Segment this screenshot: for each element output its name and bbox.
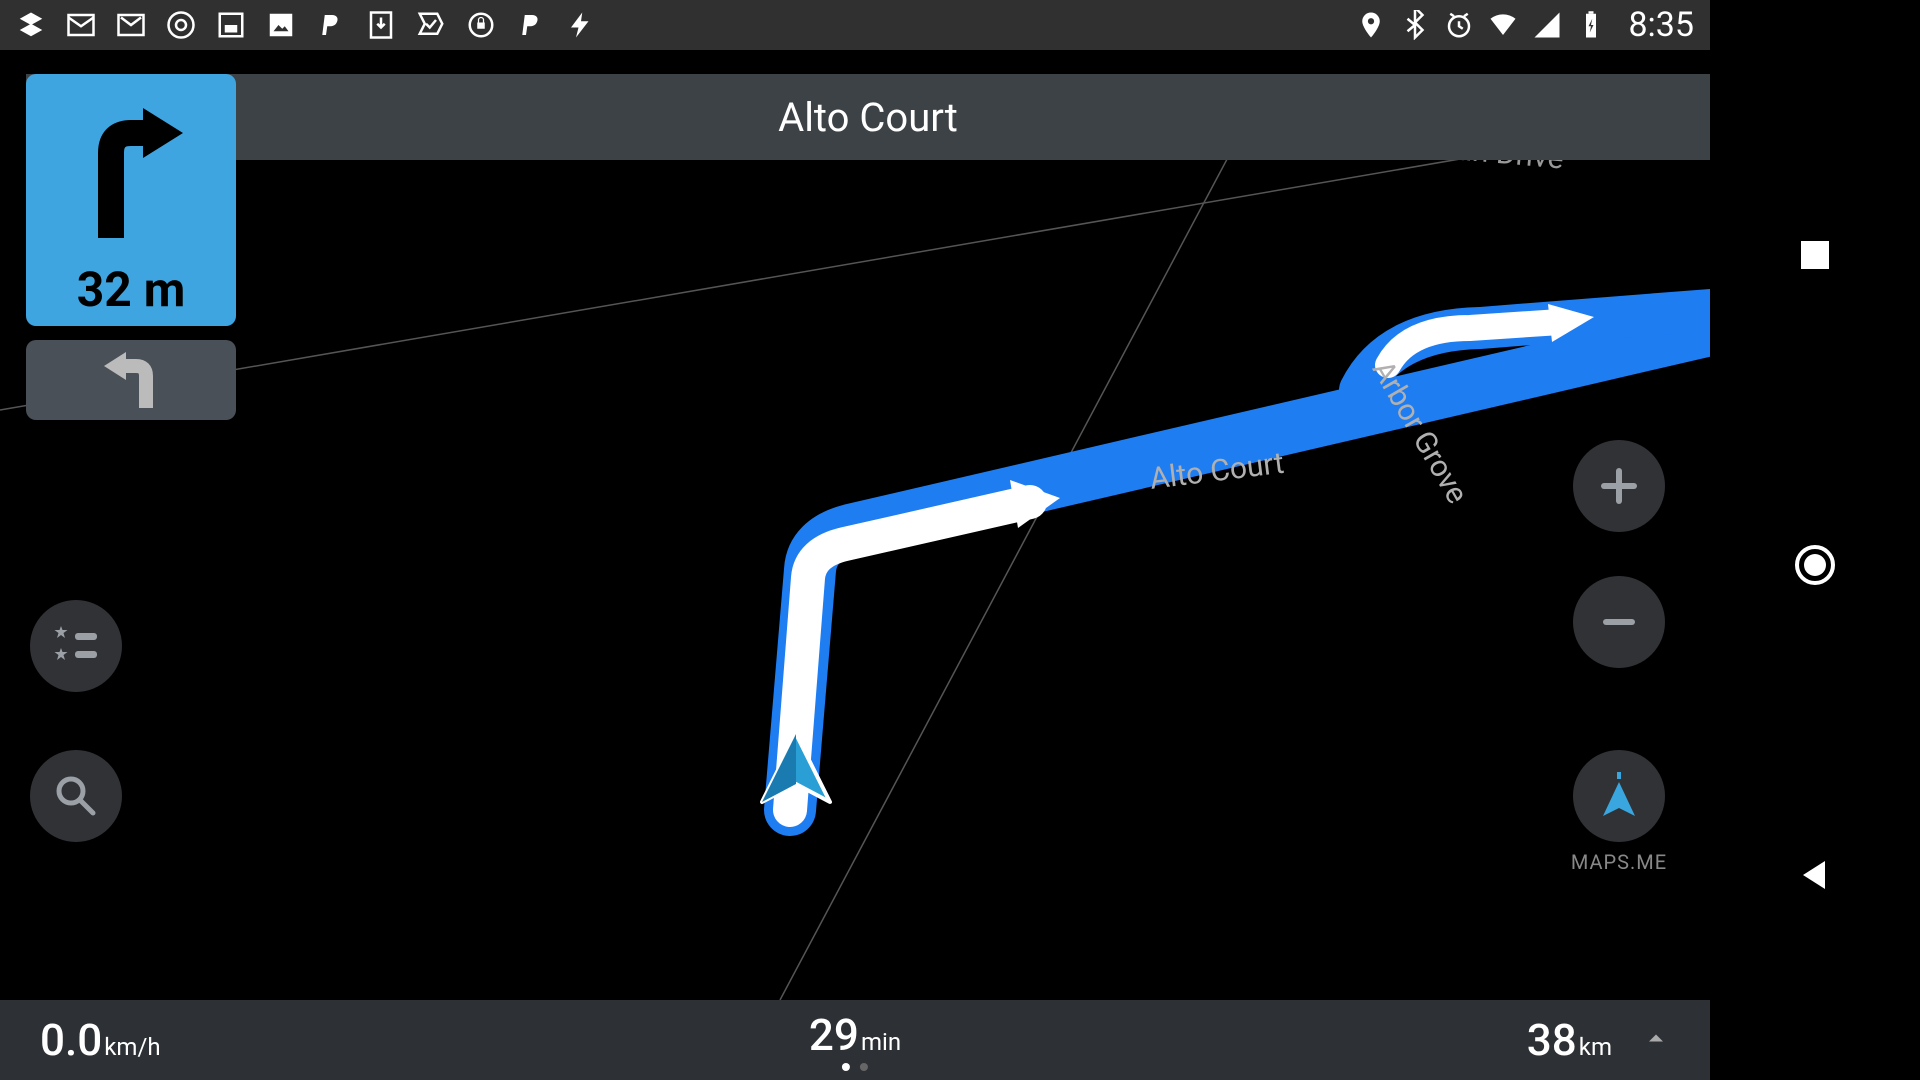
navigation-bottom-bar[interactable]: 0.0 km/h 29 min 38 km [0,1000,1710,1080]
wifi-icon [1488,10,1518,40]
compass-arrow-icon [1591,768,1647,824]
image-icon [266,10,296,40]
turn-instruction-secondary[interactable] [26,340,236,420]
recent-apps-button[interactable] [1790,230,1840,280]
search-icon [53,773,99,819]
page-dot-active [842,1063,850,1071]
alarm-icon [1444,10,1474,40]
speed-readout: 0.0 km/h [40,1014,161,1066]
shield-lock-icon [466,10,496,40]
plus-icon [1596,463,1642,509]
speed-value: 0.0 [40,1014,102,1066]
app-area: Alto Court Arbor Grove man Drive Alto Co… [0,50,1710,1080]
expand-panel-button[interactable] [1642,1024,1670,1056]
turn-distance: 32 m [77,261,186,318]
page-dot [860,1063,868,1071]
square-icon [216,10,246,40]
bluetooth-icon [1400,10,1430,40]
minus-icon [1596,599,1642,645]
download-icon [366,10,396,40]
bookmarks-list-icon [51,621,101,671]
chrome-icon [166,10,196,40]
paypal-icon [316,10,346,40]
turn-right-icon [71,74,191,261]
mail-icon [66,10,96,40]
layers-icon [16,10,46,40]
distance-value: 38 [1527,1014,1577,1066]
lightning-icon [566,10,596,40]
status-left-icons [16,10,596,40]
street-name-bar[interactable]: Alto Court [26,74,1710,160]
cell-signal-icon [1532,10,1562,40]
bookmarks-button[interactable] [30,600,122,692]
home-button[interactable] [1790,540,1840,590]
location-icon [1356,10,1386,40]
android-system-navbar [1710,50,1920,1080]
compass-button[interactable]: MAPS.ME [1573,750,1665,842]
speed-unit: km/h [104,1033,160,1061]
distance-readout: 38 km [1527,1014,1612,1066]
map-canvas[interactable]: Alto Court Arbor Grove man Drive [0,50,1710,1000]
search-button[interactable] [30,750,122,842]
status-right-icons: 8:35 [1356,5,1694,45]
status-bar: 8:35 [0,0,1710,50]
battery-charging-icon [1576,10,1606,40]
compass-label: MAPS.ME [1571,850,1667,874]
time-unit: min [861,1028,901,1056]
distance-unit: km [1579,1033,1612,1061]
eta-readout: 29 min [809,1009,901,1071]
turn-left-icon [96,348,166,412]
back-button[interactable] [1790,850,1840,900]
turn-instruction-primary[interactable]: 32 m [26,74,236,326]
current-position-marker [752,726,840,818]
zoom-in-button[interactable] [1573,440,1665,532]
check-shield-icon [416,10,446,40]
zoom-out-button[interactable] [1573,576,1665,668]
current-street-label: Alto Court [778,94,958,141]
paypal-icon [516,10,546,40]
page-indicator [842,1063,868,1071]
time-value: 29 [809,1009,859,1061]
status-time: 8:35 [1628,5,1694,45]
gmail-icon [116,10,146,40]
